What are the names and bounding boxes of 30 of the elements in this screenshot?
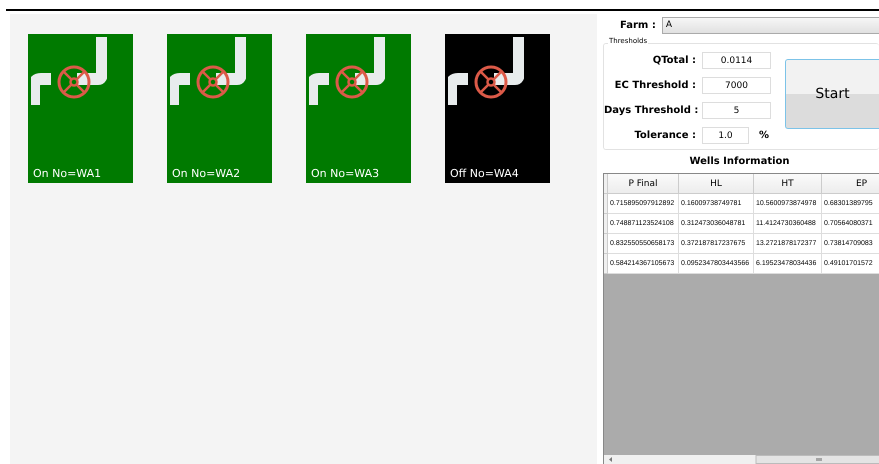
horizontal-scrollbar[interactable] <box>604 455 879 464</box>
well-tile[interactable]: On No=WA1 <box>28 34 133 183</box>
field-label: Tolerance : <box>633 130 697 141</box>
farm-dropdown[interactable]: A <box>662 17 879 34</box>
well-label: On No=WA3 <box>310 167 380 182</box>
column-header[interactable]: HL <box>679 174 754 194</box>
column-header[interactable]: P Final <box>608 174 679 194</box>
well-tile[interactable]: Off No=WA4 <box>445 34 550 183</box>
start-button[interactable]: Start <box>785 59 879 129</box>
well-tile[interactable]: On No=WA2 <box>167 34 272 183</box>
table-title: Wells Information <box>688 155 791 169</box>
well-label: On No=WA2 <box>171 167 242 182</box>
column-header[interactable]: EP <box>822 174 879 194</box>
pipe-valve-icon <box>31 37 107 105</box>
input-field[interactable]: 5 <box>702 102 771 119</box>
input-field[interactable]: 7000 <box>702 77 771 94</box>
field-label: QTotal : <box>652 55 697 66</box>
unit-label: % <box>759 130 770 141</box>
farm-label: Farm : <box>620 20 656 31</box>
well-label: Off No=WA4 <box>449 167 520 182</box>
input-field[interactable]: 0.0114 <box>702 52 771 69</box>
field-label: EC Threshold : <box>614 80 697 91</box>
pipe-valve-icon <box>309 37 385 105</box>
field-label: Days Threshold : <box>604 105 700 116</box>
pipe-valve-icon <box>448 37 524 105</box>
input-field[interactable]: 1.0 <box>702 127 749 144</box>
column-header[interactable]: HT <box>754 174 822 194</box>
well-label: On No=WA1 <box>32 167 102 182</box>
well-tile[interactable]: On No=WA3 <box>306 34 411 183</box>
pipe-valve-icon <box>170 37 246 105</box>
